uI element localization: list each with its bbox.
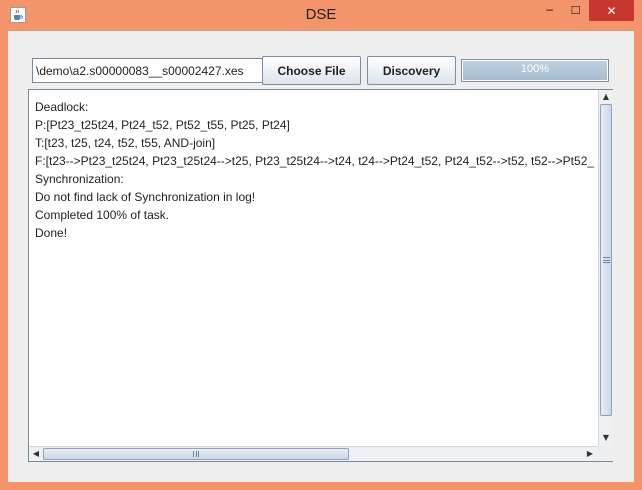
discovery-button[interactable]: Discovery [367,56,456,85]
log-line: T:[t23, t25, t24, t52, t55, AND-join] [35,136,216,150]
minimize-button[interactable]: ─ [537,0,562,21]
log-line: Completed 100% of task. [35,208,170,222]
title-bar[interactable]: DSE ─ ☐ ✕ [0,0,642,30]
grip-icon [193,451,199,457]
grip-icon [603,257,610,263]
scroll-right-arrow-icon[interactable]: ▶ [583,447,597,461]
horizontal-scroll-thumb[interactable] [43,448,349,460]
log-line: P:[Pt23_t25t24, Pt24_t52, Pt52_t55, Pt25… [35,118,290,132]
scrollbar-corner [598,446,613,461]
scroll-down-arrow-icon[interactable]: ▼ [599,431,613,445]
vertical-scrollbar[interactable]: ▲ ▼ [598,90,613,446]
scroll-left-arrow-icon[interactable]: ◀ [29,447,43,461]
main-panel: \demo\a2.s00000083__s00002427.xes Choose… [8,31,634,482]
file-path-field[interactable]: \demo\a2.s00000083__s00002427.xes [32,58,263,83]
close-button[interactable]: ✕ [589,0,634,21]
app-window: DSE ─ ☐ ✕ \demo\a2.s00000083__s00002427.… [0,0,642,490]
scroll-up-arrow-icon[interactable]: ▲ [599,90,613,104]
vertical-scroll-thumb[interactable] [600,104,612,416]
log-line: Do not find lack of Synchronization in l… [35,190,256,204]
progress-bar: 100% [461,59,609,82]
horizontal-scrollbar[interactable]: ◀ ▶ [29,446,598,461]
log-line: Synchronization: [35,172,124,186]
log-line: Done! [35,226,68,240]
log-output-area[interactable]: Deadlock: P:[Pt23_t25t24, Pt24_t52, Pt52… [28,89,613,462]
log-line: F:[t23-->Pt23_t25t24, Pt23_t25t24-->t25,… [35,154,595,168]
progress-percent-text: 100% [520,63,550,75]
log-text[interactable]: Deadlock: P:[Pt23_t25t24, Pt24_t52, Pt52… [35,98,598,443]
maximize-button[interactable]: ☐ [562,0,589,21]
log-line: Deadlock: [35,100,89,114]
choose-file-button[interactable]: Choose File [262,56,361,85]
